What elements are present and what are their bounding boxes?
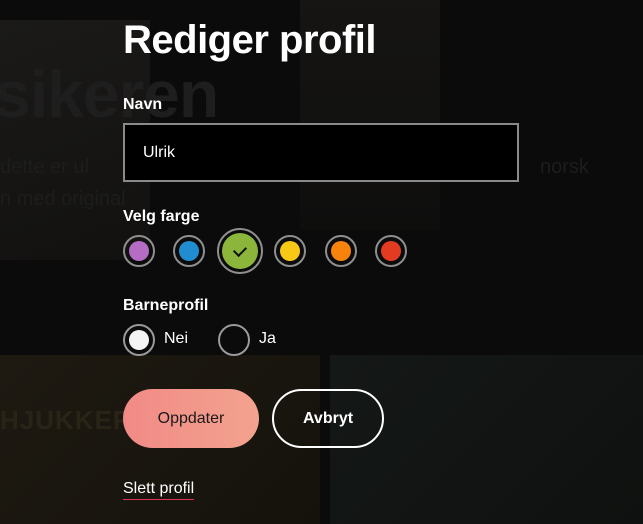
color-dot [179,241,199,261]
edit-profile-form: Rediger profil Navn Velg farge Barneprof… [123,0,523,524]
color-swatch-red[interactable] [375,235,407,267]
color-swatch-green[interactable] [217,228,263,274]
color-dot [280,241,300,261]
color-dot [222,233,258,269]
delete-profile-link[interactable]: Slett profil [123,480,195,500]
color-swatch-purple[interactable] [123,235,155,267]
background-text: n med original [0,188,126,210]
color-swatch-blue[interactable] [173,235,205,267]
checkmark-icon [232,242,248,257]
page-title: Rediger profil [123,18,377,62]
kids-profile-label: Barneprofil [123,297,209,314]
kids-radio-no-label[interactable]: Nei [164,330,188,348]
kids-radio-yes-label[interactable]: Ja [259,330,276,348]
color-dot [381,241,401,261]
background-strip-text: HJUKKER [0,405,133,435]
update-button[interactable]: Oppdater [123,389,259,448]
color-swatch-orange[interactable] [325,235,357,267]
name-label: Navn [123,96,163,113]
color-dot [129,241,149,261]
radio-selected-dot [129,330,149,350]
background-text: norsk [540,156,589,178]
kids-radio-no[interactable] [123,324,155,356]
kids-radio-yes[interactable] [218,324,250,356]
cancel-button[interactable]: Avbryt [272,389,384,448]
background-text: dette er ul [0,156,89,178]
color-dot [331,241,351,261]
color-label: Velg farge [123,208,200,225]
color-swatch-yellow[interactable] [274,235,306,267]
name-input[interactable] [123,123,519,182]
